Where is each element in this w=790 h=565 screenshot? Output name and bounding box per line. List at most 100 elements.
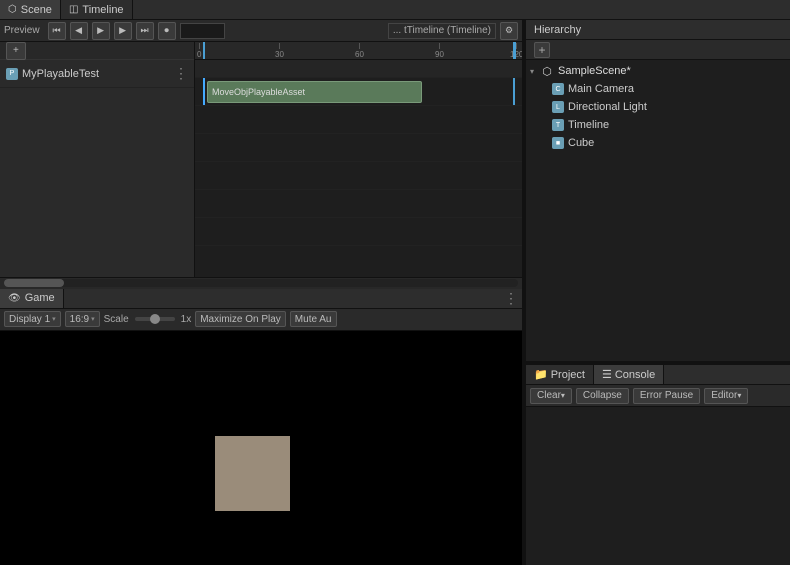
prev-key-button[interactable]: ◀ xyxy=(70,22,88,40)
camera-icon: C xyxy=(552,83,564,95)
track-icon: P xyxy=(6,68,18,80)
folder-icon: 📁 xyxy=(534,368,548,381)
scale-label: Scale xyxy=(104,314,129,325)
display-dropdown[interactable]: Display 1 ▾ xyxy=(4,311,61,327)
hierarchy-item-main-camera[interactable]: C Main Camera xyxy=(526,80,790,98)
ruler-marker-0: 0 xyxy=(197,43,201,59)
hierarchy-item-cube[interactable]: ■ Cube xyxy=(526,134,790,152)
scale-slider[interactable] xyxy=(135,317,175,321)
track-name-label: MyPlayableTest xyxy=(22,68,99,80)
clear-dropdown-arrow: ▾ xyxy=(561,391,565,400)
hierarchy-panel: Hierarchy + ▾ ⬡ SampleScene* xyxy=(526,20,790,362)
game-controls: Display 1 ▾ 16:9 ▾ Scale 1x Maximize On … xyxy=(0,309,522,331)
play-button[interactable]: ▶ xyxy=(92,22,110,40)
project-tab-label: Project xyxy=(551,369,585,381)
tab-console[interactable]: ☰ Console xyxy=(594,365,664,384)
track-content-row: MoveObjPlayableAsset xyxy=(195,78,522,106)
add-icon: + xyxy=(13,45,19,56)
hierarchy-item-directional-light[interactable]: L Directional Light xyxy=(526,98,790,116)
panel-tabs: 📁 Project ☰ Console xyxy=(526,365,790,385)
hierarchy-item-timeline[interactable]: T Timeline xyxy=(526,116,790,134)
light-label: Directional Light xyxy=(568,101,647,113)
playhead-ruler xyxy=(203,42,205,59)
playhead-track xyxy=(203,78,205,105)
ruler-marker-60: 60 xyxy=(355,43,364,59)
editor-dropdown-arrow: ▾ xyxy=(737,391,741,400)
end-marker xyxy=(513,42,516,59)
add-track-button[interactable]: + xyxy=(6,42,26,60)
step-fwd-button[interactable]: ⏭ xyxy=(136,22,154,40)
camera-label: Main Camera xyxy=(568,83,634,95)
tab-scene-label: Scene xyxy=(21,4,52,16)
tab-game[interactable]: 👁 Game xyxy=(0,289,64,308)
ruler: 0 30 60 90 120 xyxy=(195,42,522,60)
error-pause-button[interactable]: Error Pause xyxy=(633,388,700,404)
scene-icon: ⬡ xyxy=(8,4,17,15)
timeline-settings-button[interactable]: ⚙ xyxy=(500,22,518,40)
console-content xyxy=(526,407,790,565)
tab-timeline-label: Timeline xyxy=(82,4,123,16)
editor-label: Editor xyxy=(711,390,737,401)
cube-icon: ■ xyxy=(552,137,564,149)
ruler-marker-120: 120 xyxy=(510,43,522,59)
cube-label: Cube xyxy=(568,137,594,149)
ruler-marker-90: 90 xyxy=(435,43,444,59)
ruler-marker-30: 30 xyxy=(275,43,284,59)
track-label-row: P MyPlayableTest ⋮ xyxy=(0,60,194,88)
timeline-tracks: + P MyPlayableTest ⋮ 0 30 60 90 1 xyxy=(0,42,522,277)
scale-value: 1x xyxy=(181,314,192,325)
hierarchy-toolbar: + xyxy=(526,40,790,60)
left-panel: Preview ⏮ ◀ ▶ ▶ ⏭ ⏺ 1.2 ... tTimeline (T… xyxy=(0,20,523,565)
timeline-h-label: Timeline xyxy=(568,119,609,131)
scrollbar-track xyxy=(4,279,518,287)
tab-timeline[interactable]: ◫ Timeline xyxy=(61,0,133,19)
eye-icon: 👁 xyxy=(8,293,21,304)
tab-project[interactable]: 📁 Project xyxy=(526,365,594,384)
game-menu-button[interactable]: ⋮ xyxy=(504,290,518,307)
timeline-icon: ◫ xyxy=(69,4,78,15)
aspect-dropdown-arrow: ▾ xyxy=(91,315,95,323)
hierarchy-content: ▾ ⬡ SampleScene* C Main Camera xyxy=(526,60,790,361)
top-tab-bar: ⬡ Scene ◫ Timeline xyxy=(0,0,790,20)
maximize-button[interactable]: Maximize On Play xyxy=(195,311,286,327)
next-key-button[interactable]: ▶ xyxy=(114,22,132,40)
timeline-toolbar: Preview ⏮ ◀ ▶ ▶ ⏭ ⏺ 1.2 ... tTimeline (T… xyxy=(0,20,522,42)
scale-slider-thumb xyxy=(150,314,160,324)
clip-block[interactable]: MoveObjPlayableAsset xyxy=(207,81,422,103)
clear-label: Clear xyxy=(537,390,561,401)
hierarchy-scene[interactable]: ▾ ⬡ SampleScene* xyxy=(526,62,790,80)
timeline-h-icon: T xyxy=(552,119,564,131)
scene-name: SampleScene* xyxy=(558,65,631,77)
mute-label: Mute Au xyxy=(295,314,332,325)
scene-icon: ⬡ xyxy=(540,64,554,78)
timeline-content: 0 30 60 90 120 xyxy=(195,42,522,277)
aspect-dropdown[interactable]: 16:9 ▾ xyxy=(65,311,100,327)
editor-dropdown[interactable]: Editor ▾ xyxy=(704,388,748,404)
time-input[interactable]: 1.2 xyxy=(180,23,225,39)
preview-label: Preview xyxy=(4,25,40,36)
track-menu-button[interactable]: ⋮ xyxy=(174,65,188,82)
main-layout: Preview ⏮ ◀ ▶ ▶ ⏭ ⏺ 1.2 ... tTimeline (T… xyxy=(0,20,790,565)
console-toolbar: Clear ▾ Collapse Error Pause Editor ▾ xyxy=(526,385,790,407)
display-label: Display 1 xyxy=(9,314,50,325)
hierarchy-add-button[interactable]: + xyxy=(534,42,550,58)
scene-arrow: ▾ xyxy=(530,67,540,76)
timeline-scrollbar[interactable] xyxy=(0,277,522,289)
mute-button[interactable]: Mute Au xyxy=(290,311,337,327)
clear-button[interactable]: Clear ▾ xyxy=(530,388,572,404)
record-button[interactable]: ⏺ xyxy=(158,22,176,40)
right-panel: Hierarchy + ▾ ⬡ SampleScene* xyxy=(526,20,790,565)
step-back-button[interactable]: ⏮ xyxy=(48,22,66,40)
hierarchy-header: Hierarchy xyxy=(526,20,790,40)
maximize-label: Maximize On Play xyxy=(200,314,281,325)
scrollbar-thumb[interactable] xyxy=(4,279,64,287)
timeline-name-label: ... tTimeline (Timeline) xyxy=(388,23,496,39)
display-dropdown-arrow: ▾ xyxy=(52,315,56,323)
game-tab-bar: 👁 Game ⋮ xyxy=(0,289,522,309)
error-pause-label: Error Pause xyxy=(640,390,693,401)
tab-scene[interactable]: ⬡ Scene xyxy=(0,0,61,19)
console-icon: ☰ xyxy=(602,368,612,381)
collapse-label: Collapse xyxy=(583,390,622,401)
game-tab-label: Game xyxy=(25,292,55,304)
collapse-button[interactable]: Collapse xyxy=(576,388,629,404)
